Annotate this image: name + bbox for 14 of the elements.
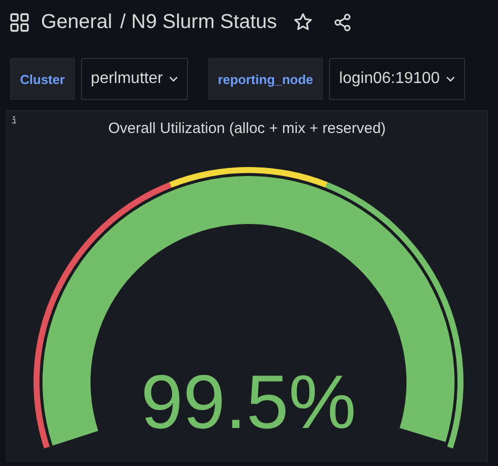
share-icon[interactable] xyxy=(332,12,352,32)
variable-dropdown[interactable]: login06:19100 xyxy=(329,58,465,100)
dashboards-icon[interactable] xyxy=(10,12,29,32)
info-icon[interactable] xyxy=(11,115,17,125)
variable-dropdown[interactable]: perlmutter xyxy=(80,58,188,100)
dashboard-title: / N9 Slurm Status xyxy=(120,10,277,34)
star-icon[interactable] xyxy=(292,12,313,32)
caret-icon xyxy=(168,76,178,82)
caret-icon xyxy=(446,76,455,82)
folder-link[interactable]: General xyxy=(41,10,112,34)
panel-title: Overall Utilization (alloc + mix + reserved) xyxy=(108,120,386,139)
variable-label: Cluster xyxy=(10,58,75,100)
gauge-value: 99.5% xyxy=(140,360,356,445)
variable-label: reporting_node xyxy=(208,58,324,100)
